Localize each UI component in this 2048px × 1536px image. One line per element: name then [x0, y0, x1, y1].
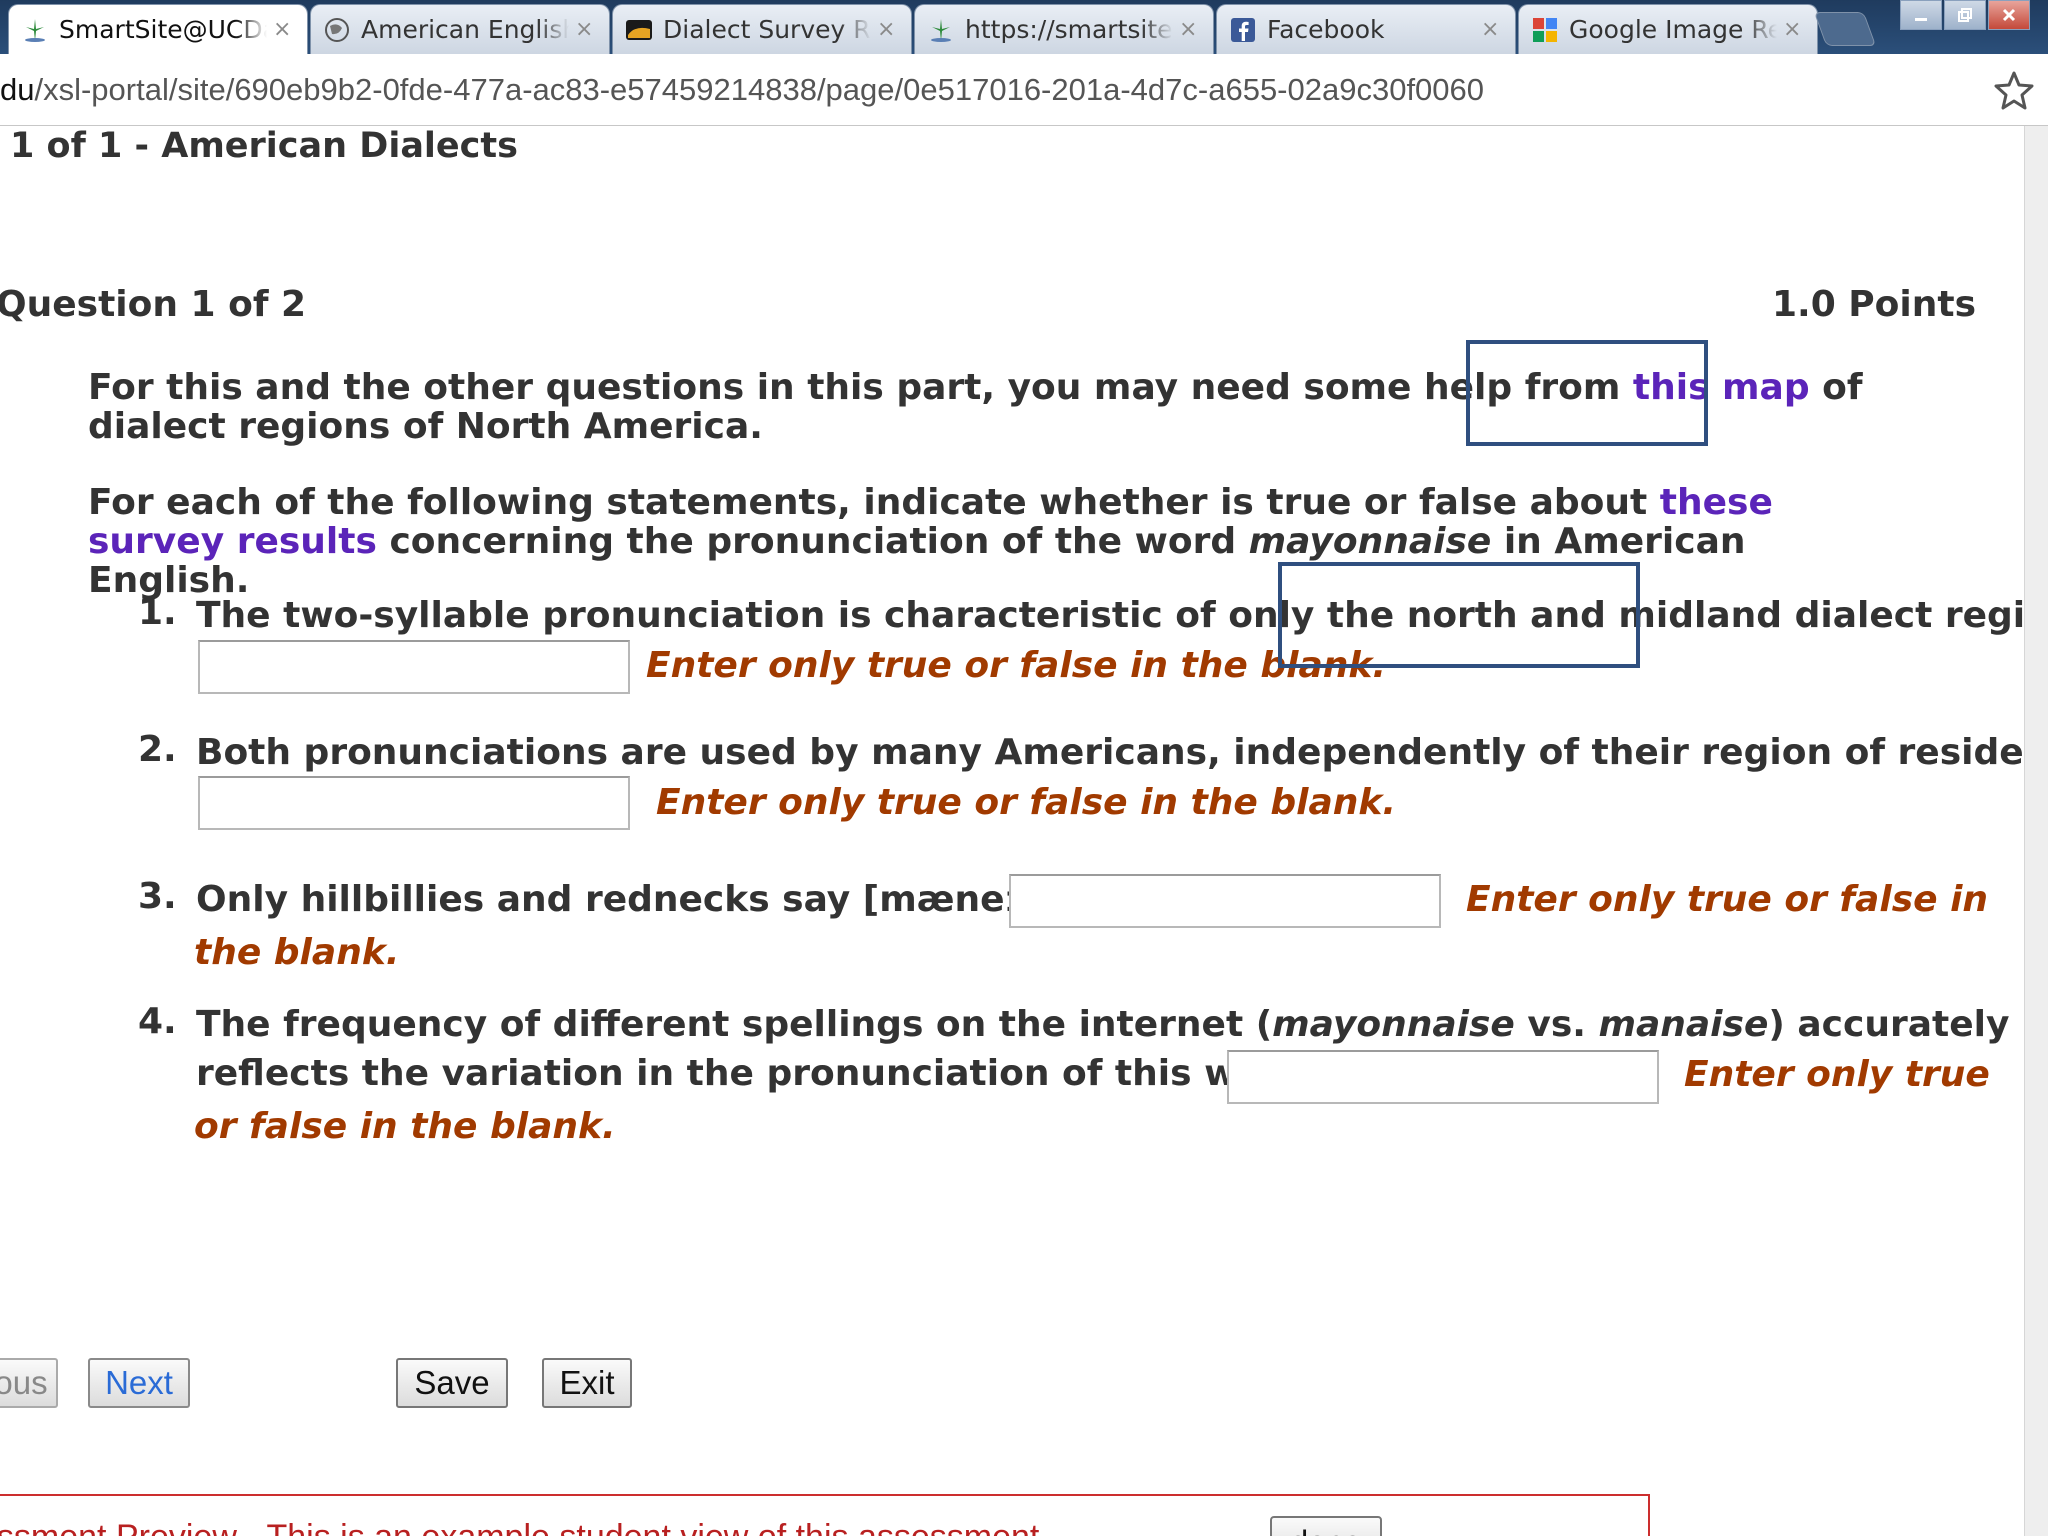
close-icon[interactable]: × [575, 17, 595, 42]
item-3-hint-cont: the blank. [194, 932, 400, 973]
url-host: du [0, 71, 35, 107]
preview-banner: essment Preview - This is an example stu… [0, 1494, 1650, 1536]
item-3-hint: Enter only true or false in [1466, 879, 1989, 920]
page-scrollbar[interactable] [2024, 126, 2048, 1536]
emphasized-word: mayonnaise [1248, 521, 1492, 562]
url-path: /xsl-portal/site/690eb9b2-0fde-477a-ac83… [34, 71, 1485, 107]
tab-american-english[interactable]: American English × [310, 4, 610, 54]
intro-text: For this and the other questions in this… [88, 367, 1633, 408]
item-4-text-part: ) accurately [1768, 1004, 2010, 1045]
item-2-answer-input[interactable] [198, 776, 630, 830]
item-number: 3. [138, 876, 177, 917]
annotation-box-north-midland [1278, 562, 1640, 668]
item-2-text: Both pronunciations are used by many Ame… [196, 732, 2048, 773]
close-window-icon[interactable] [1988, 0, 2030, 30]
save-button[interactable]: Save [396, 1358, 508, 1408]
tab-title: Google Image Results [1569, 15, 1777, 44]
previous-button[interactable]: ous [0, 1358, 58, 1408]
tab-google-images[interactable]: Google Image Results × [1518, 4, 1818, 54]
item-1-hint: Enter only true or false in the blank. [646, 645, 1387, 686]
item-4-hint-cont: or false in the blank. [194, 1106, 616, 1147]
item-1-answer-input[interactable] [198, 640, 630, 694]
preview-banner-text: essment Preview - This is an example stu… [0, 1518, 1039, 1536]
annotation-box-map-link [1466, 340, 1708, 446]
tab-title: SmartSite@UCDavis [59, 15, 267, 44]
tab-dialect-survey[interactable]: Dialect Survey Results × [612, 4, 912, 54]
emphasized-word: mayonnaise [1272, 1004, 1515, 1045]
close-icon[interactable]: × [877, 17, 897, 42]
item-3-answer-input[interactable] [1009, 874, 1441, 928]
item-number: 2. [138, 729, 177, 770]
globe-icon [323, 16, 351, 44]
restore-icon[interactable] [1944, 0, 1986, 30]
instructions-text: concerning the pronunciation of the word [376, 521, 1249, 562]
item-4-text-line2: reflects the variation in the pronunciat… [196, 1053, 1320, 1094]
done-button[interactable]: done [1270, 1516, 1382, 1536]
item-4-hint: Enter only true [1684, 1054, 1990, 1095]
item-3-text: Only hillbillies and rednecks say [mæneɪ… [196, 879, 1076, 920]
facebook-icon [1229, 16, 1257, 44]
assessment-page: 1 of 1 - American Dialects Question 1 of… [0, 126, 2048, 1536]
smartsite-icon [21, 16, 49, 44]
item-4-text-part: vs. [1514, 1004, 1599, 1045]
browser-tab-bar: SmartSite@UCDavis × American English × D… [0, 0, 2048, 54]
item-4-text: The frequency of different spellings on … [196, 1000, 2009, 1050]
tab-title: Facebook [1267, 15, 1385, 44]
close-icon[interactable]: × [1179, 17, 1199, 42]
instructions-text: For each of the following statements, in… [88, 482, 1660, 523]
bookmark-star-icon[interactable] [1994, 70, 2034, 110]
tab-title: American English [361, 15, 569, 44]
emphasized-word: manaise [1598, 1004, 1769, 1045]
smartsite-icon [927, 16, 955, 44]
url-field[interactable]: du/xsl-portal/site/690eb9b2-0fde-477a-ac… [0, 72, 1484, 108]
minimize-icon[interactable] [1900, 0, 1942, 30]
next-button[interactable]: Next [88, 1358, 190, 1408]
new-tab-button[interactable] [1813, 12, 1877, 46]
question-title: Question 1 of 2 [0, 284, 307, 325]
question-points: 1.0 Points [1771, 284, 1976, 325]
part-title: 1 of 1 - American Dialects [10, 126, 518, 166]
tab-title: https://smartsite.ucdavis.edu [965, 15, 1173, 44]
tab-title: Dialect Survey Results [663, 15, 871, 44]
tab-smartsite[interactable]: SmartSite@UCDavis × [8, 4, 308, 54]
item-4-answer-input[interactable] [1227, 1050, 1659, 1104]
dialect-survey-icon [625, 16, 653, 44]
item-4-text-part: The frequency of different spellings on … [196, 1004, 1273, 1045]
window-controls [1898, 0, 2048, 40]
item-number: 1. [138, 592, 177, 633]
close-icon[interactable]: × [1481, 17, 1501, 42]
tab-facebook[interactable]: Facebook × [1216, 4, 1516, 54]
address-bar: du/xsl-portal/site/690eb9b2-0fde-477a-ac… [0, 54, 2048, 126]
tab-smartsite-url[interactable]: https://smartsite.ucdavis.edu × [914, 4, 1214, 54]
item-1-text: The two-syllable pronunciation is charac… [196, 595, 2048, 636]
item-2-hint: Enter only true or false in the blank. [656, 782, 1397, 823]
google-icon [1531, 16, 1559, 44]
close-icon[interactable]: × [1783, 17, 1803, 42]
item-number: 4. [138, 1001, 177, 1042]
exit-button[interactable]: Exit [542, 1358, 632, 1408]
close-icon[interactable]: × [273, 17, 293, 42]
